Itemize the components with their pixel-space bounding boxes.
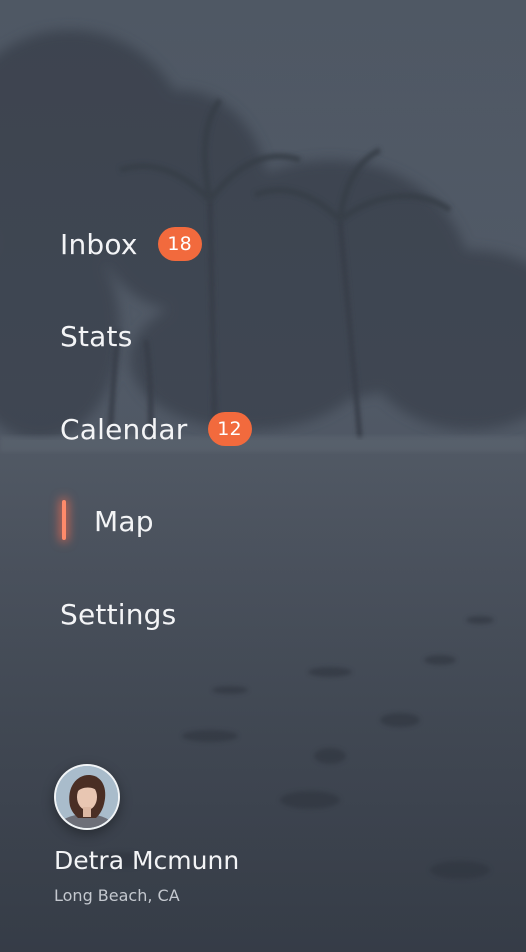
- menu-item-settings[interactable]: Settings: [60, 590, 176, 638]
- menu-item-stats[interactable]: Stats: [60, 312, 132, 360]
- active-item-indicator: [62, 500, 66, 540]
- menu-item-map[interactable]: Map: [94, 497, 154, 545]
- menu-item-label: Settings: [60, 597, 177, 631]
- calendar-count-badge: 12: [207, 412, 252, 446]
- profile-location: Long Beach, CA: [54, 886, 180, 905]
- user-photo-icon: [56, 766, 118, 828]
- menu-item-label: Calendar: [60, 412, 188, 446]
- menu-item-calendar[interactable]: Calendar 12: [60, 405, 252, 453]
- avatar[interactable]: [54, 764, 120, 830]
- menu-item-label: Map: [94, 504, 154, 538]
- user-profile[interactable]: Detra Mcmunn Long Beach, CA: [54, 764, 239, 905]
- menu-item-label: Stats: [60, 319, 133, 353]
- menu-item-inbox[interactable]: Inbox 18: [60, 220, 202, 268]
- profile-name: Detra Mcmunn: [54, 846, 240, 875]
- menu-item-label: Inbox: [60, 227, 138, 261]
- side-menu-screen: Inbox 18 Stats Calendar 12 Map Settings: [0, 0, 526, 952]
- inbox-count-badge: 18: [157, 227, 202, 261]
